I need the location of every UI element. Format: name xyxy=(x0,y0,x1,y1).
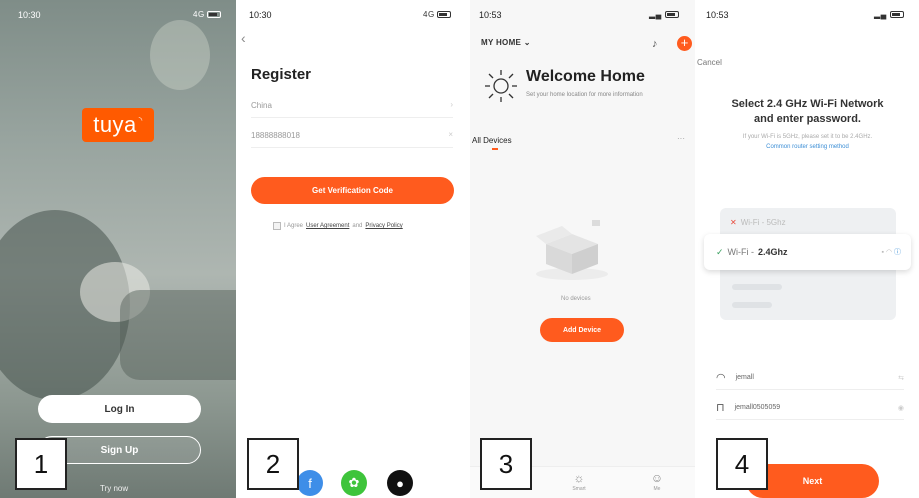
password-field[interactable]: ⊓ jemall0505059 ◉ xyxy=(716,396,904,420)
profile-icon: ☺ xyxy=(650,471,664,485)
step-number-3: 3 xyxy=(480,438,532,490)
register-screen: 10:30 4G ‹ Register China › 18888888018 … xyxy=(237,0,469,498)
facebook-login-icon[interactable]: f xyxy=(297,470,323,496)
welcome-screen: 10:30 4G tuya ◝ Log In Sign Up Try now 1 xyxy=(0,0,237,498)
wifi-24g-prefix: Wi-Fi - xyxy=(727,247,755,257)
logo-wave-icon: ◝ xyxy=(138,114,143,125)
user-agreement-link[interactable]: User Agreement xyxy=(306,223,349,229)
placeholder-line xyxy=(732,284,782,290)
info-icon: ⓘ xyxy=(894,249,901,256)
login-button[interactable]: Log In xyxy=(38,395,201,423)
welcome-title: Welcome Home xyxy=(526,68,645,85)
wifi-24g-row: ✓ Wi-Fi - 2.4Ghz ▪ ◠ ⓘ xyxy=(704,234,911,270)
background-sofa xyxy=(120,290,237,380)
status-time: 10:30 xyxy=(18,10,41,20)
wifi-subtitle: If your Wi-Fi is 5GHz, please set it to … xyxy=(742,134,873,140)
nav-me-label: Me xyxy=(653,486,661,492)
tuya-logo: tuya ◝ xyxy=(82,108,154,142)
status-time: 10:53 xyxy=(479,10,502,20)
add-device-button[interactable]: Add Device xyxy=(540,318,624,342)
no-devices-label: No devices xyxy=(561,296,591,302)
status-signal: ▂▄ xyxy=(649,10,679,19)
cancel-button[interactable]: Cancel xyxy=(697,58,722,67)
home-name-selector[interactable]: MY HOME ⌄ xyxy=(481,38,531,47)
step-number-2: 2 xyxy=(247,438,299,490)
chevron-right-icon: › xyxy=(450,100,453,109)
wechat-login-icon[interactable]: ✿ xyxy=(341,470,367,496)
lock-icon: ⊓ xyxy=(716,402,725,414)
home-name: MY HOME xyxy=(481,38,522,47)
comparison-stage: 10:30 4G tuya ◝ Log In Sign Up Try now 1 … xyxy=(0,0,919,498)
cross-icon: ✕ xyxy=(730,217,737,227)
battery-icon xyxy=(889,11,904,19)
get-verification-code-button[interactable]: Get Verification Code xyxy=(251,177,454,204)
battery-icon xyxy=(207,11,222,19)
sun-icon xyxy=(485,70,517,102)
status-signal: ▂▄ xyxy=(874,10,904,19)
more-icon[interactable]: ··· xyxy=(677,134,685,143)
country-field[interactable]: China xyxy=(251,101,272,110)
check-icon: ✓ xyxy=(716,246,724,257)
signal-label: 4G xyxy=(193,10,205,19)
eye-icon[interactable]: ◉ xyxy=(898,404,904,412)
status-time: 10:53 xyxy=(706,10,729,20)
wifi-setup-screen: 10:53 ▂▄ Cancel Select 2.4 GHz Wi-Fi Net… xyxy=(696,0,919,498)
ssid-input[interactable]: jemall xyxy=(736,374,754,381)
signal-label: 4G xyxy=(423,10,435,19)
divider xyxy=(236,0,238,498)
wifi-title-line1: Select 2.4 GHz Wi-Fi Network xyxy=(731,98,884,110)
nav-smart[interactable]: ☼ Smart xyxy=(559,471,599,492)
status-signal: 4G xyxy=(193,10,222,19)
divider xyxy=(251,117,453,118)
password-input[interactable]: jemall0505059 xyxy=(735,404,781,411)
privacy-policy-link[interactable]: Privacy Policy xyxy=(365,223,402,229)
logo-text: tuya xyxy=(93,112,137,137)
try-now-link[interactable]: Try now xyxy=(100,484,128,493)
background-lamp xyxy=(150,20,210,90)
welcome-subtitle[interactable]: Set your home location for more informat… xyxy=(526,92,643,98)
and-text: and xyxy=(352,223,363,229)
wifi-24g-band: 2.4Ghz xyxy=(758,247,788,257)
divider xyxy=(251,147,453,148)
smart-sun-icon: ☼ xyxy=(573,471,585,485)
step-number-1: 1 xyxy=(15,438,67,490)
tab-indicator xyxy=(492,148,498,150)
nav-me[interactable]: ☺ Me xyxy=(637,471,677,492)
page-title: Register xyxy=(251,66,312,83)
divider xyxy=(695,0,697,498)
wifi-icon: ◠ xyxy=(716,372,726,384)
agree-prefix: I Agree xyxy=(284,223,304,229)
wifi-5g-row: ✕ Wi-Fi - 5Ghz xyxy=(720,210,896,234)
status-time: 10:30 xyxy=(249,10,272,20)
router-setting-link[interactable]: Common router setting method xyxy=(696,144,919,150)
phone-input[interactable]: 18888888018 xyxy=(251,131,300,140)
empty-box-icon xyxy=(536,220,608,280)
nav-smart-label: Smart xyxy=(572,486,586,492)
swap-icon[interactable]: ⇆ xyxy=(898,374,904,382)
placeholder-line xyxy=(732,302,772,308)
agreement-row: I Agree User Agreement and Privacy Polic… xyxy=(273,222,403,230)
microphone-icon[interactable]: ♪ xyxy=(652,38,658,50)
tab-all-devices[interactable]: All Devices xyxy=(472,136,512,145)
clear-icon[interactable]: × xyxy=(448,130,453,139)
apple-login-icon[interactable]: ● xyxy=(387,470,413,496)
divider xyxy=(468,0,470,498)
agree-checkbox[interactable] xyxy=(273,222,281,230)
battery-icon xyxy=(437,11,452,19)
status-signal: 4G xyxy=(423,10,452,19)
lock-wifi-info-icons: ▪ ◠ ⓘ xyxy=(881,249,901,256)
step-number-4: 4 xyxy=(716,438,768,490)
ssid-field[interactable]: ◠ jemall ⇆ xyxy=(716,366,904,390)
wifi-title-line2: and enter password. xyxy=(754,113,861,125)
wifi-5g-label: Wi-Fi - 5Ghz xyxy=(740,217,786,227)
add-icon[interactable]: + xyxy=(677,36,692,51)
battery-icon xyxy=(664,11,679,19)
home-screen: 10:53 ▂▄ MY HOME ⌄ ♪ + Welcome Home Set … xyxy=(469,0,696,498)
back-chevron-icon[interactable]: ‹ xyxy=(241,30,246,46)
